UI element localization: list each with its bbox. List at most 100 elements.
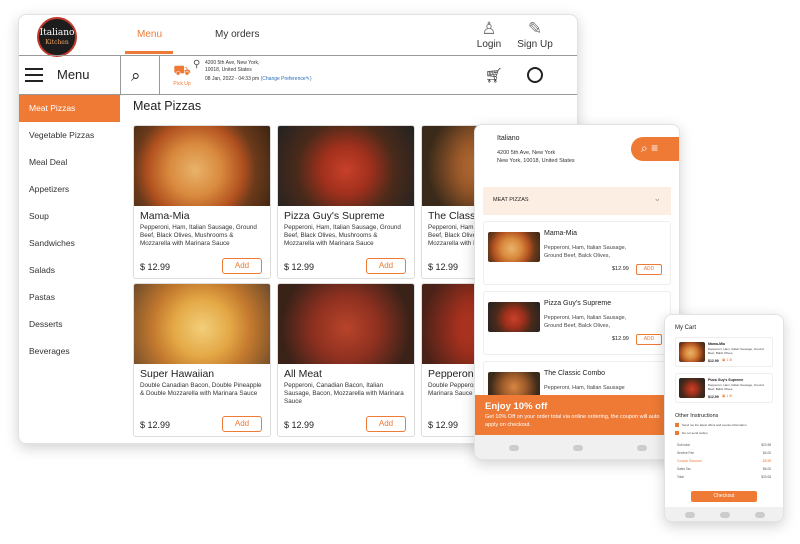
other-instructions-label: Other Instructions bbox=[675, 413, 719, 419]
offers-checkbox[interactable]: Send me the latest offers and events inf… bbox=[675, 423, 746, 428]
product-image bbox=[134, 284, 270, 364]
add-button[interactable]: Add bbox=[366, 416, 406, 432]
checkout-button[interactable]: Checkout bbox=[691, 491, 757, 502]
product-card: Super Hawaiian Double Canadian Bacon, Do… bbox=[133, 283, 271, 437]
total-value: $4.00 bbox=[763, 451, 771, 455]
description-line: Ground Beef, Balck Olives, bbox=[544, 253, 611, 259]
total-value: $6.00 bbox=[763, 467, 771, 471]
add-button[interactable]: Add bbox=[222, 258, 262, 274]
sidebar-item-pastas[interactable]: Pastas bbox=[19, 284, 120, 311]
product-name: Pizza Guy's Supreme bbox=[544, 300, 612, 307]
checkbox-icon bbox=[675, 431, 679, 436]
sidebar-item-desserts[interactable]: Desserts bbox=[19, 311, 120, 338]
description-line: Ground Beef, Balck Olives, bbox=[544, 323, 611, 329]
quantity-stepper[interactable]: ▣ 1 ⊞ bbox=[722, 394, 732, 398]
search-icon[interactable]: ⌕ bbox=[641, 141, 648, 155]
checkbox-label: Do not send cutlery bbox=[682, 431, 708, 435]
total-value: $23.98 bbox=[761, 443, 771, 447]
restaurant-logo[interactable]: Italiano Kitchen bbox=[37, 17, 77, 57]
signup-button[interactable]: ✎ Sign Up bbox=[513, 19, 557, 50]
product-price: $ 12.99 bbox=[140, 420, 171, 430]
hamburger-icon[interactable] bbox=[25, 68, 43, 86]
search-menu-pill[interactable]: ⌕ ≡ bbox=[631, 137, 679, 161]
sidebar-item-soup[interactable]: Soup bbox=[19, 203, 120, 230]
pickup-button[interactable]: ⛟ Pick Up bbox=[169, 62, 195, 87]
device-nav-bar bbox=[475, 435, 679, 459]
product-image bbox=[278, 284, 414, 364]
hamburger-icon[interactable]: ≡ bbox=[651, 141, 658, 155]
product-description: Pepperoni, Ham, Italian Sausage, Ground … bbox=[708, 383, 764, 391]
logo-subtext: Kitchen bbox=[45, 39, 69, 46]
product-price: $12.99 bbox=[612, 336, 629, 342]
edit-icon: ✎ bbox=[527, 19, 543, 38]
sidebar-item-appetizers[interactable]: Appetizers bbox=[19, 176, 120, 203]
add-button[interactable]: ADD bbox=[636, 334, 662, 345]
product-price: $12.99 bbox=[612, 266, 629, 272]
login-label: Login bbox=[476, 39, 502, 50]
sidebar-item-salads[interactable]: Salads bbox=[19, 257, 120, 284]
product-image bbox=[679, 378, 705, 398]
active-tab-indicator bbox=[125, 51, 173, 54]
category-label: MEAT PIZZAS bbox=[493, 197, 529, 203]
category-accordion[interactable]: MEAT PIZZAS ⌄ bbox=[483, 187, 671, 215]
restaurant-name: Italiano bbox=[497, 135, 520, 142]
product-name: All Meat bbox=[284, 368, 322, 380]
total-label: Service Fee bbox=[677, 451, 695, 455]
divider bbox=[120, 56, 121, 94]
tab-menu[interactable]: Menu bbox=[137, 29, 162, 40]
datetime: 08 Jan, 2022 - 04:33 pm bbox=[205, 76, 260, 82]
tablet-window: Italiano 4200 5th Ave, New York New York,… bbox=[474, 124, 680, 460]
product-description: Pepperoni, Canadian Bacon, Italian Sausa… bbox=[284, 382, 404, 405]
product-name: Mama-Mia bbox=[708, 342, 725, 346]
device-nav-bar bbox=[665, 507, 783, 521]
sidebar-item-meat-pizzas[interactable]: Meat Pizzas bbox=[19, 95, 120, 122]
description-line: Pepperoni, Ham, Italian Sausage, bbox=[544, 315, 627, 321]
login-button[interactable]: ♙ Login bbox=[467, 19, 511, 50]
sidebar-item-vegetable-pizzas[interactable]: Vegetable Pizzas bbox=[19, 122, 120, 149]
total-label: Sub total bbox=[677, 443, 690, 447]
promo-description: Get 10% Off on your order total via onli… bbox=[485, 414, 660, 428]
quantity-stepper[interactable]: ▣ 1 ⊞ bbox=[722, 358, 732, 362]
add-button[interactable]: ADD bbox=[636, 264, 662, 275]
product-description: Pepperoni, Ham, Italian Sausage, Ground B… bbox=[544, 314, 664, 330]
delivery-info: ⚲ 4200 5th Ave, New York, 10018, United … bbox=[193, 60, 312, 83]
quantity-value: 1 bbox=[726, 394, 729, 398]
total-label: Total bbox=[677, 475, 684, 479]
product-card: Mama-Mia Pepperoni, Ham, Italian Sausage… bbox=[133, 125, 271, 279]
product-name: Mama-Mia bbox=[140, 210, 190, 222]
tab-my-orders[interactable]: My orders bbox=[215, 29, 259, 40]
total-value: $33.08 bbox=[761, 475, 771, 479]
cutlery-checkbox[interactable]: Do not send cutlery bbox=[675, 431, 708, 436]
search-icon[interactable]: ⌕ bbox=[131, 66, 141, 86]
phone-window: My Cart Mama-Mia Pepperoni, Ham, Italian… bbox=[664, 314, 784, 522]
add-button[interactable]: Add bbox=[222, 416, 262, 432]
product-description: Pepperoni, Ham, Italian Sausage bbox=[544, 384, 664, 392]
account-icon[interactable] bbox=[527, 67, 543, 83]
promo-banner: Enjoy 10% off Get 10% Off on your order … bbox=[475, 395, 679, 435]
sidebar-item-sandwiches[interactable]: Sandwiches bbox=[19, 230, 120, 257]
address-line2: New York, 10018, United States bbox=[497, 158, 575, 164]
total-value: -$8.98 bbox=[761, 459, 771, 463]
product-image bbox=[278, 126, 414, 206]
nav-dot bbox=[685, 512, 695, 518]
checkbox-icon bbox=[675, 423, 679, 428]
nav-dot bbox=[720, 512, 730, 518]
restaurant-address: 4200 5th Ave, New York New York, 10018, U… bbox=[497, 149, 575, 165]
pickup-label: Pick Up bbox=[173, 81, 191, 87]
add-button[interactable]: Add bbox=[366, 258, 406, 274]
cart-icon[interactable]: 🛒︎ bbox=[485, 67, 503, 84]
change-preference-link[interactable]: (Change Preference bbox=[261, 76, 306, 82]
sales-tax-row: Sales Tax $6.00 bbox=[677, 467, 771, 475]
total-label: Sales Tax bbox=[677, 467, 691, 471]
product-name: Super Hawaiian bbox=[140, 368, 215, 380]
nav-dot bbox=[637, 445, 647, 451]
pencil-icon[interactable]: ✎) bbox=[306, 76, 312, 82]
sidebar-item-beverages[interactable]: Beverages bbox=[19, 338, 120, 365]
user-outline-icon: ♙ bbox=[481, 19, 497, 38]
product-price: $ 12.99 bbox=[284, 262, 315, 272]
product-card: Pizza Guy's Supreme Pepperoni, Ham, Ital… bbox=[277, 125, 415, 279]
product-description: Pepperoni, Ham, Italian Sausage, Ground … bbox=[708, 347, 764, 355]
product-description: Pepperoni, Ham, Italian Sausage, Ground … bbox=[284, 224, 401, 247]
sidebar-item-meal-deal[interactable]: Meal Deal bbox=[19, 149, 120, 176]
product-name: The Classic Combo bbox=[544, 370, 606, 377]
